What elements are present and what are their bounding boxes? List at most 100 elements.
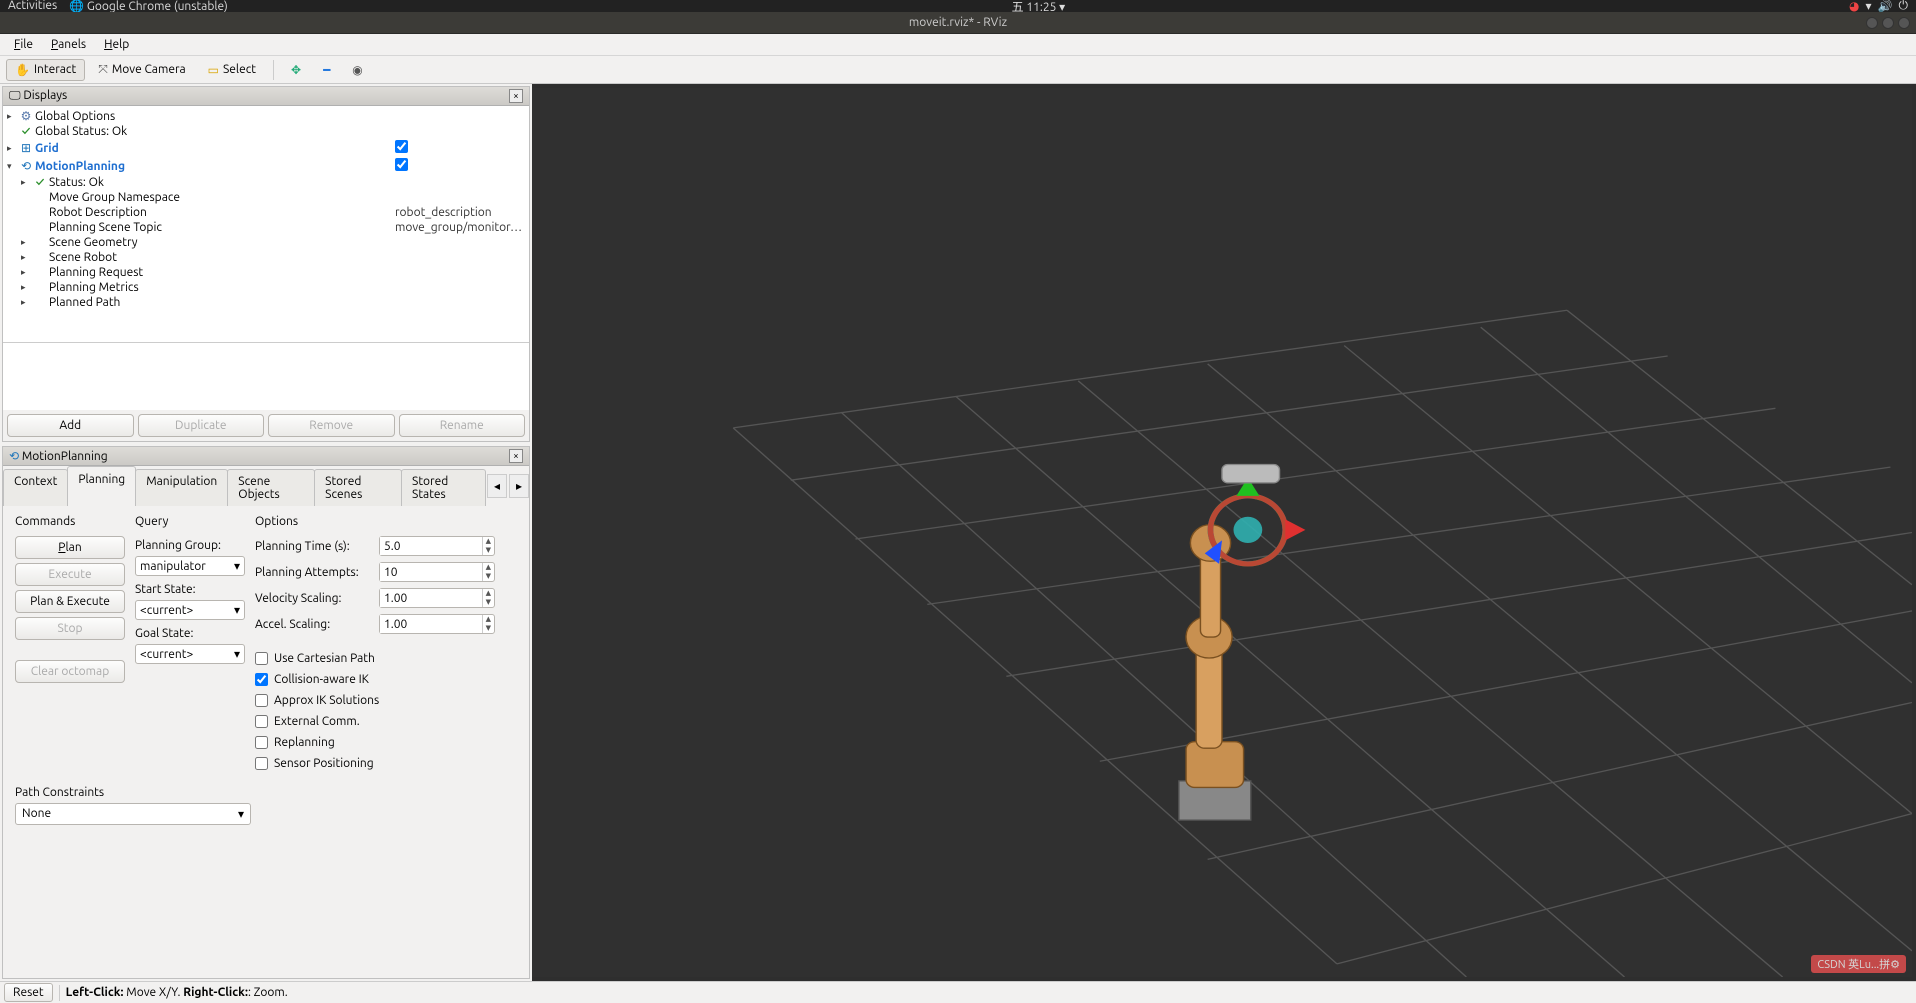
- planning-scene-topic-value[interactable]: move_group/monitor…: [395, 221, 525, 234]
- point-icon: ◉: [352, 63, 362, 77]
- spin-up[interactable]: ▲: [483, 589, 494, 598]
- menu-file[interactable]: File: [6, 36, 41, 53]
- chevron-down-icon: ▾: [234, 603, 240, 617]
- tab-context[interactable]: Context: [3, 469, 68, 506]
- add-button[interactable]: Add: [7, 414, 134, 437]
- tree-item-status-ok[interactable]: Status: Ok: [47, 176, 525, 189]
- start-state-select[interactable]: <current>▾: [135, 600, 245, 620]
- replanning-label: Replanning: [274, 736, 335, 749]
- plan-button[interactable]: Plan: [15, 536, 125, 559]
- desktop-top-bar: Activities 🌐 Google Chrome (unstable) 五 …: [0, 0, 1916, 12]
- mp-icon: ⟲: [9, 450, 22, 463]
- approx-ik-checkbox[interactable]: [255, 694, 268, 707]
- planning-attempts-input[interactable]: [380, 563, 482, 581]
- grid-icon: ⊞: [19, 141, 33, 155]
- accel-scaling-input[interactable]: [380, 615, 482, 633]
- window-title-bar: moveit.rviz* - RViz: [0, 12, 1916, 34]
- minimize-button[interactable]: [1866, 17, 1878, 29]
- close-button[interactable]: [1898, 17, 1910, 29]
- measure-tool[interactable]: ━: [314, 59, 339, 81]
- check-icon: ✓: [19, 125, 33, 138]
- planning-group-label: Planning Group:: [135, 536, 245, 552]
- velocity-scaling-spinner[interactable]: ▲▼: [379, 588, 495, 608]
- sensor-positioning-label: Sensor Positioning: [274, 757, 374, 770]
- displays-tree[interactable]: ▸⚙Global Options ✓Global Status: Ok ▸⊞Gr…: [3, 106, 529, 342]
- planning-attempts-label: Planning Attempts:: [255, 566, 373, 579]
- robot-description-value[interactable]: robot_description: [395, 206, 525, 219]
- motion-planning-visibility-checkbox[interactable]: [395, 158, 408, 171]
- tree-item-planned-path[interactable]: Planned Path: [47, 296, 525, 309]
- velocity-scaling-label: Velocity Scaling:: [255, 592, 373, 605]
- tree-item-global-status[interactable]: Global Status: Ok: [33, 125, 525, 138]
- spin-down[interactable]: ▼: [483, 572, 494, 581]
- rename-button: Rename: [399, 414, 526, 437]
- spin-up[interactable]: ▲: [483, 615, 494, 624]
- mp-tabs: Context Planning Manipulation Scene Obje…: [3, 466, 529, 507]
- move-camera-tool[interactable]: ⤧Move Camera: [89, 59, 194, 81]
- planning-time-input[interactable]: [380, 537, 482, 555]
- tab-planning[interactable]: Planning: [67, 466, 136, 506]
- chevron-down-icon: ▾: [238, 807, 244, 821]
- tree-item-planning-scene-topic[interactable]: Planning Scene Topic: [47, 221, 395, 234]
- maximize-button[interactable]: [1882, 17, 1894, 29]
- select-tool[interactable]: ▭Select: [199, 59, 265, 81]
- 3d-viewport[interactable]: CSDN 英Lu...拼⚙: [532, 88, 1912, 977]
- hand-icon: ✋: [15, 63, 30, 77]
- spin-down[interactable]: ▼: [483, 598, 494, 607]
- use-cartesian-checkbox[interactable]: [255, 652, 268, 665]
- tab-scroll-left[interactable]: ◂: [487, 474, 507, 498]
- tab-manipulation[interactable]: Manipulation: [135, 469, 228, 506]
- displays-title: Displays: [23, 89, 67, 102]
- velocity-scaling-input[interactable]: [380, 589, 482, 607]
- sensor-positioning-checkbox[interactable]: [255, 757, 268, 770]
- spin-up[interactable]: ▲: [483, 563, 494, 572]
- mp-close-button[interactable]: ×: [509, 449, 523, 463]
- point-tool[interactable]: ◉: [343, 59, 371, 81]
- reset-button[interactable]: Reset: [4, 983, 53, 1002]
- planning-attempts-spinner[interactable]: ▲▼: [379, 562, 495, 582]
- tab-stored-states[interactable]: Stored States: [401, 469, 486, 506]
- measure-icon: ━: [323, 63, 330, 77]
- spin-down[interactable]: ▼: [483, 546, 494, 555]
- tree-item-scene-robot[interactable]: Scene Robot: [47, 251, 525, 264]
- tab-scene-objects[interactable]: Scene Objects: [227, 469, 315, 506]
- goal-state-select[interactable]: <current>▾: [135, 644, 245, 664]
- tree-item-planning-request[interactable]: Planning Request: [47, 266, 525, 279]
- planning-time-spinner[interactable]: ▲▼: [379, 536, 495, 556]
- displays-icon: 🖵: [9, 89, 23, 102]
- motion-icon: ⟲: [19, 159, 33, 173]
- tree-item-motion-planning[interactable]: MotionPlanning: [33, 160, 395, 173]
- external-comm-label: External Comm.: [274, 715, 360, 728]
- plan-and-execute-button[interactable]: Plan & Execute: [15, 590, 125, 613]
- duplicate-button: Duplicate: [138, 414, 265, 437]
- commands-column: Commands Plan Execute Plan & Execute Sto…: [15, 515, 125, 772]
- accel-scaling-spinner[interactable]: ▲▼: [379, 614, 495, 634]
- tree-item-move-group-ns[interactable]: Move Group Namespace: [47, 191, 395, 204]
- focus-icon: ✥: [291, 63, 301, 77]
- spin-up[interactable]: ▲: [483, 537, 494, 546]
- menu-panels[interactable]: Panels: [43, 36, 94, 53]
- collision-ik-checkbox[interactable]: [255, 673, 268, 686]
- tree-item-global-options[interactable]: Global Options: [33, 110, 525, 123]
- commands-header: Commands: [15, 515, 125, 528]
- interact-tool[interactable]: ✋Interact: [6, 59, 85, 81]
- tree-item-planning-metrics[interactable]: Planning Metrics: [47, 281, 525, 294]
- displays-close-button[interactable]: ×: [509, 89, 523, 103]
- spin-down[interactable]: ▼: [483, 624, 494, 633]
- menu-help[interactable]: Help: [96, 36, 137, 53]
- watermark-badge: CSDN 英Lu...拼⚙: [1811, 955, 1906, 973]
- tab-stored-scenes[interactable]: Stored Scenes: [314, 469, 402, 506]
- menu-bar: File Panels Help: [0, 34, 1916, 56]
- grid-visibility-checkbox[interactable]: [395, 140, 408, 153]
- planning-group-select[interactable]: manipulator▾: [135, 556, 245, 576]
- focus-tool[interactable]: ✥: [282, 59, 310, 81]
- check-icon: ✓: [33, 176, 47, 189]
- clear-octomap-button: Clear octomap: [15, 660, 125, 683]
- tree-item-scene-geometry[interactable]: Scene Geometry: [47, 236, 525, 249]
- tree-item-grid[interactable]: Grid: [33, 142, 395, 155]
- tab-scroll-right[interactable]: ▸: [509, 474, 529, 498]
- external-comm-checkbox[interactable]: [255, 715, 268, 728]
- path-constraints-select[interactable]: None▾: [15, 803, 251, 825]
- replanning-checkbox[interactable]: [255, 736, 268, 749]
- tree-item-robot-description[interactable]: Robot Description: [47, 206, 395, 219]
